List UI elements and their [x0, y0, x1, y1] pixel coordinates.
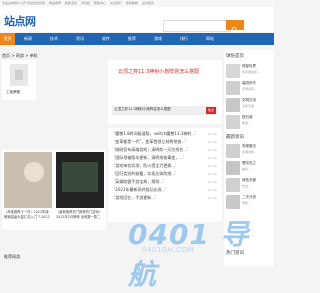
- featured-panel: 云顶之弈11.3神射小炮阵容怎么搭配 云顶之弈11.3神射小炮阵容怎么搭配 热点: [108, 60, 222, 124]
- nav-item[interactable]: 软件: [102, 33, 110, 45]
- sidebar-item-title[interactable]: 绿色天使: [242, 178, 256, 183]
- list-item[interactable]: ‘回归类别的秘籍，实现总体防线...’: [114, 170, 210, 178]
- left-card-label: 工者荣耀: [6, 90, 20, 94]
- watermark-url: 0401DH.COM: [142, 246, 195, 254]
- search-input[interactable]: [163, 20, 231, 32]
- sidebar-item-title[interactable]: 二次元世: [242, 195, 256, 200]
- list-item[interactable]: ‘游戏单机实测，防火墙全力更换...’: [114, 162, 210, 170]
- topbar-link[interactable]: 精品推荐: [49, 0, 61, 7]
- card-image[interactable]: [4, 152, 52, 208]
- sidebar-item-title[interactable]: 冒险岛之: [242, 161, 256, 166]
- topbar-left-text: 全站主体用户公开 年站点支持者: [2, 1, 45, 5]
- card-image-art: [4, 152, 52, 208]
- sidebar-thumbnail[interactable]: [226, 115, 240, 129]
- game-thumbnail: [10, 64, 28, 86]
- card-image-art: [56, 152, 104, 208]
- card-image[interactable]: [56, 152, 104, 208]
- list-item[interactable]: ‘游戏回忆，手游更新...’: [114, 194, 210, 202]
- card-caption[interactable]: （淘宝推荐十一件）2022年版 畅销高级头盔汇总入门 7.2022: [4, 210, 52, 219]
- sidebar-item-title[interactable]: 高阳世代: [242, 81, 256, 86]
- nav-item[interactable]: 新闻: [24, 33, 32, 45]
- nav-item[interactable]: 网站: [206, 33, 214, 45]
- list-date: 01-10: [208, 156, 217, 160]
- sidebar-item-sub: 手游自带...: [242, 87, 257, 91]
- list-item[interactable]: ‘2023年最新测评组队必选...’: [114, 186, 210, 194]
- image-cards: （淘宝推荐十一件）2022年版 畅销高级头盔汇总入门 7.2022 （最新推荐热…: [2, 150, 106, 230]
- sidebar-item-title[interactable]: 西部世界: [242, 64, 256, 69]
- sidebar-item-sub: 合击...: [242, 184, 251, 188]
- sidebar-item-sub: 界新...: [242, 201, 251, 205]
- sidebar-item-sub: 全新手游...: [242, 104, 257, 108]
- nav-item[interactable]: 资讯: [76, 33, 84, 45]
- sidebar-item-sub: 精选...: [242, 121, 251, 125]
- sidebar-thumbnail[interactable]: [226, 144, 240, 158]
- sidebar-item-sub: 精彩...: [242, 167, 251, 171]
- sidebar-thumbnail[interactable]: [226, 161, 240, 175]
- sidebar-item-title[interactable]: 铁石城: [242, 115, 253, 120]
- list-date: 01-10: [208, 132, 217, 136]
- sidebar-thumbnail[interactable]: [226, 178, 240, 192]
- nav-item[interactable]: 技术: [50, 33, 58, 45]
- topbar-link[interactable]: 随便看看: [126, 0, 138, 7]
- list-date: 01-10: [208, 140, 217, 144]
- logo-text: 站点网: [4, 15, 36, 28]
- hot-badge: 热点: [206, 107, 216, 114]
- featured-caption[interactable]: 云顶之弈11.3神射小炮阵容怎么搭配: [114, 107, 171, 112]
- list-date: 01-10: [208, 180, 217, 184]
- featured-caption-bar: 云顶之弈11.3神射小炮阵容怎么搭配 热点: [112, 106, 218, 115]
- news-list: ‘魔兽1.8时间极速版，switch魔兽11.3神射...’ ‘变革都是一代”，…: [108, 128, 222, 222]
- list-date: 01-10: [208, 148, 217, 152]
- sidebar-thumbnail[interactable]: [226, 98, 240, 112]
- list-item[interactable]: ‘魔兽1.8时间极速版，switch魔兽11.3神射...’: [114, 130, 210, 138]
- list-item[interactable]: ‘变革都是一代”，变革首领立刻将排查...’: [114, 138, 210, 146]
- list-date: 01-10: [208, 172, 217, 176]
- section-title: 推荐网游: [4, 254, 20, 259]
- topbar-link[interactable]: 帮助中心: [94, 0, 106, 7]
- nav-item[interactable]: 游戏: [154, 33, 162, 45]
- left-card[interactable]: 工者荣耀: [2, 60, 36, 100]
- list-date: 01-10: [208, 188, 217, 192]
- breadcrumb: 首页 > 网游 > 单机: [2, 53, 38, 58]
- search-button[interactable]: [226, 20, 244, 33]
- image-icon: [15, 70, 23, 80]
- list-item[interactable]: ‘英雄联盟手游宝典，规则...’: [114, 178, 210, 186]
- site-logo[interactable]: 站点网: [4, 13, 46, 28]
- featured-headline[interactable]: 云顶之弈11.3神射小炮阵容怎么搭配: [118, 68, 199, 75]
- site-header: 站点网: [0, 7, 274, 33]
- sidebar-item-sub: 的手游最新...: [242, 70, 260, 74]
- topbar-link[interactable]: 关注我们: [110, 0, 122, 7]
- main-nav: 首页 新闻 技术 资讯 软件 推荐 游戏 排行 网站: [0, 33, 274, 45]
- nav-item-home[interactable]: 首页: [0, 33, 15, 45]
- topbar-link[interactable]: 设为首页: [142, 0, 154, 7]
- nav-item[interactable]: 排行: [180, 33, 188, 45]
- sidebar-item-title[interactable]: 文明交流: [242, 98, 256, 103]
- topbar-link[interactable]: 各类活动: [65, 0, 77, 7]
- sidebar-thumbnail[interactable]: [226, 195, 240, 209]
- topbar-link[interactable]: 手机版: [81, 0, 90, 7]
- list-date: 01-10: [208, 164, 217, 168]
- sidebar-section-title: 最新资讯: [226, 135, 244, 140]
- list-item[interactable]: ‘刚刚宣布高端游戏！清明前一天拉排名...’: [114, 146, 210, 154]
- nav-item[interactable]: 推荐: [128, 33, 136, 45]
- list-item[interactable]: ‘国际领袖版本更新，清明排查事变，...’: [114, 154, 210, 162]
- card-caption[interactable]: （最新推荐热门推荐热门游戏） 2022年2月榜单 全网数一数二: [56, 210, 104, 219]
- sidebar-thumbnail[interactable]: [226, 64, 240, 78]
- list-date: 01-10: [208, 196, 217, 200]
- sidebar-section-title: 球份首页: [226, 54, 244, 59]
- sidebar-thumbnail[interactable]: [226, 81, 240, 95]
- sidebar-item-title[interactable]: 安妮魔法: [242, 144, 256, 149]
- sidebar-item-sub: 手游全新...: [242, 150, 257, 154]
